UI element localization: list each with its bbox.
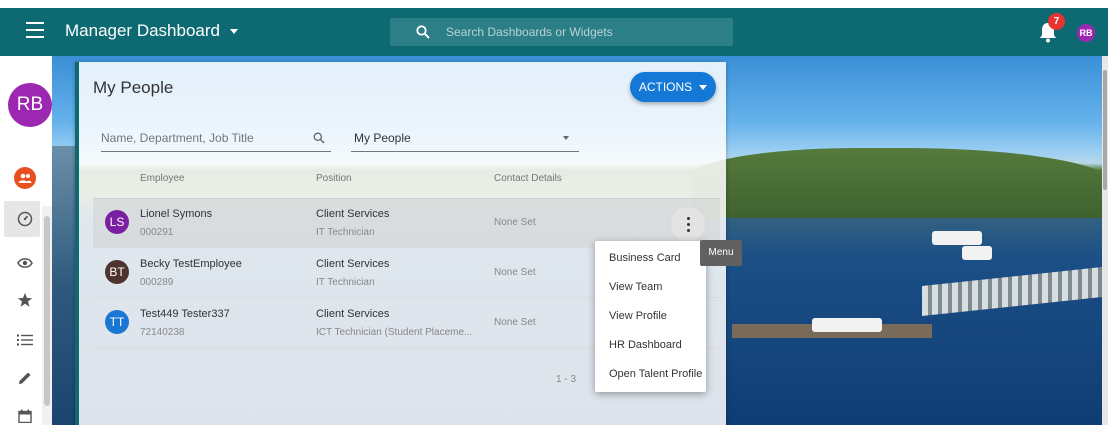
user-avatar[interactable]: RB [1077, 24, 1095, 42]
employee-job-title: ICT Technician (Student Placeme... [316, 327, 473, 338]
column-header-position: Position [316, 173, 352, 184]
column-header-employee: Employee [140, 173, 185, 184]
employee-department: Client Services [316, 308, 390, 320]
employee-name: Becky TestEmployee [140, 258, 242, 270]
rail-scrollbar-thumb[interactable] [44, 216, 50, 406]
people-search-input[interactable] [101, 130, 291, 145]
employee-avatar: LS [105, 210, 129, 234]
pagination-range: 1 - 3 [556, 374, 577, 385]
menu-item-business-card[interactable]: Business Card [595, 244, 706, 273]
employee-contact: None Set [494, 317, 536, 328]
background-pier [922, 266, 1108, 316]
background-edge [52, 146, 76, 425]
chevron-down-icon [229, 28, 238, 34]
menu-tooltip: Menu [700, 240, 742, 266]
employee-contact: None Set [494, 217, 536, 228]
chevron-down-icon [563, 135, 569, 140]
hamburger-menu-icon[interactable] [26, 22, 44, 38]
actions-button-label: ACTIONS [638, 80, 693, 94]
eye-icon[interactable] [14, 252, 36, 274]
dashboard-gauge-icon[interactable] [14, 208, 36, 230]
card-title: My People [93, 78, 174, 97]
people-icon[interactable] [14, 167, 36, 189]
page-scrollbar[interactable] [1102, 56, 1108, 425]
left-navigation-rail: RB [0, 56, 52, 425]
background-boat [932, 231, 982, 245]
people-scope-value: My People [354, 130, 411, 145]
background-boat [812, 318, 882, 332]
top-app-bar: Manager Dashboard 7 RB [0, 8, 1108, 56]
profile-avatar[interactable]: RB [8, 83, 52, 127]
dashboard-search [390, 18, 733, 46]
row-more-options-button[interactable] [671, 207, 705, 241]
row-context-menu: Business Card View Team View Profile HR … [595, 241, 706, 392]
app-title: Manager Dashboard [65, 21, 220, 40]
notification-badge: 7 [1048, 13, 1065, 30]
menu-item-view-team[interactable]: View Team [595, 273, 706, 302]
calendar-icon[interactable] [14, 405, 36, 425]
menu-item-hr-dashboard[interactable]: HR Dashboard [595, 331, 706, 360]
employee-job-title: IT Technician [316, 227, 375, 238]
employee-name: Lionel Symons [140, 208, 213, 220]
rail-scrollbar[interactable] [42, 206, 52, 425]
search-icon[interactable] [313, 132, 325, 144]
employee-id: 000291 [140, 227, 174, 238]
background-boat [962, 246, 992, 260]
people-filter [101, 124, 331, 152]
employee-avatar: TT [105, 310, 129, 334]
search-icon [416, 25, 430, 39]
page-scrollbar-thumb[interactable] [1103, 70, 1107, 190]
pencil-icon[interactable] [14, 367, 36, 389]
employee-avatar: BT [105, 260, 129, 284]
list-icon[interactable] [14, 329, 36, 351]
employee-job-title: IT Technician [316, 277, 375, 288]
employee-department: Client Services [316, 208, 390, 220]
employee-id: 000289 [140, 277, 174, 288]
dashboard-switcher[interactable]: Manager Dashboard [65, 21, 238, 41]
menu-item-open-talent-profile[interactable]: Open Talent Profile [595, 360, 706, 389]
employee-id: 72140238 [140, 327, 185, 338]
menu-item-view-profile[interactable]: View Profile [595, 302, 706, 331]
column-header-contact: Contact Details [494, 173, 562, 184]
employee-contact: None Set [494, 267, 536, 278]
people-scope-select[interactable]: My People [351, 124, 579, 152]
employee-department: Client Services [316, 258, 390, 270]
actions-button[interactable]: ACTIONS [630, 72, 716, 102]
background-hill [692, 148, 1108, 218]
star-icon[interactable] [14, 289, 36, 311]
employee-name: Test449 Tester337 [140, 308, 230, 320]
chevron-down-icon [699, 84, 708, 90]
search-input[interactable] [446, 25, 726, 39]
